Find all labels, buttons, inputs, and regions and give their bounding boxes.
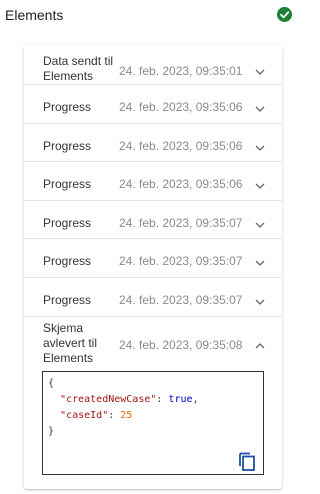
event-title: Skjema avlevert til Elements bbox=[43, 321, 98, 365]
event-timestamp: 24. feb. 2023, 09:35:06 bbox=[119, 100, 243, 114]
event-row[interactable]: Data sendt til Elements 24. feb. 2023, 0… bbox=[24, 45, 282, 85]
event-title: Progress bbox=[43, 254, 92, 268]
event-title: Progress bbox=[43, 177, 92, 191]
event-title: Progress bbox=[43, 293, 92, 307]
json-separator: : bbox=[108, 410, 121, 421]
event-row[interactable]: Progress 24. feb. 2023, 09:35:07 bbox=[24, 278, 282, 317]
event-row[interactable]: Progress 24. feb. 2023, 09:35:07 bbox=[24, 239, 282, 278]
json-key: "createdNewCase" bbox=[60, 394, 157, 405]
chevron-down-icon[interactable] bbox=[254, 180, 266, 192]
json-payload-box: { "createdNewCase": true, "caseId": 25 } bbox=[42, 371, 264, 475]
event-timestamp: 24. feb. 2023, 09:35:06 bbox=[119, 139, 243, 153]
chevron-up-icon[interactable] bbox=[254, 340, 266, 352]
event-title: Data sendt til Elements bbox=[43, 54, 114, 83]
json-comma: , bbox=[192, 394, 199, 405]
event-timestamp: 24. feb. 2023, 09:35:08 bbox=[119, 338, 243, 352]
event-title: Progress bbox=[43, 216, 92, 230]
chevron-down-icon[interactable] bbox=[254, 257, 266, 269]
event-list: Data sendt til Elements 24. feb. 2023, 0… bbox=[24, 45, 282, 489]
code-line: { bbox=[48, 376, 263, 392]
event-timestamp: 24. feb. 2023, 09:35:07 bbox=[119, 216, 243, 230]
chevron-down-icon[interactable] bbox=[254, 103, 266, 115]
event-row[interactable]: Progress 24. feb. 2023, 09:35:06 bbox=[24, 124, 282, 162]
code-line: "caseId": 25 bbox=[48, 408, 263, 424]
check-circle-icon bbox=[277, 7, 292, 22]
event-row[interactable]: Progress 24. feb. 2023, 09:35:06 bbox=[24, 85, 282, 124]
json-key: "caseId" bbox=[60, 410, 109, 421]
json-close-brace: } bbox=[48, 426, 55, 437]
event-row[interactable]: Progress 24. feb. 2023, 09:35:07 bbox=[24, 201, 282, 239]
event-title: Progress bbox=[43, 100, 92, 114]
code-line: "createdNewCase": true, bbox=[48, 392, 263, 408]
copy-icon[interactable] bbox=[238, 451, 256, 471]
event-title: Progress bbox=[43, 139, 92, 153]
chevron-down-icon[interactable] bbox=[254, 142, 266, 154]
event-timestamp: 24. feb. 2023, 09:35:06 bbox=[119, 177, 243, 191]
event-timestamp: 24. feb. 2023, 09:35:01 bbox=[119, 64, 243, 78]
json-value: true bbox=[168, 394, 193, 405]
event-row[interactable]: Progress 24. feb. 2023, 09:35:06 bbox=[24, 162, 282, 201]
chevron-down-icon[interactable] bbox=[254, 66, 266, 78]
json-value: 25 bbox=[120, 410, 133, 421]
event-timestamp: 24. feb. 2023, 09:35:07 bbox=[119, 293, 243, 307]
json-open-brace: { bbox=[48, 378, 55, 389]
panel-title: Elements bbox=[5, 7, 64, 23]
code-line: } bbox=[48, 424, 263, 440]
json-separator: : bbox=[156, 394, 169, 405]
event-timestamp: 24. feb. 2023, 09:35:07 bbox=[119, 254, 243, 268]
panel-header: Elements bbox=[0, 0, 297, 30]
chevron-down-icon[interactable] bbox=[254, 296, 266, 308]
chevron-down-icon[interactable] bbox=[254, 219, 266, 231]
